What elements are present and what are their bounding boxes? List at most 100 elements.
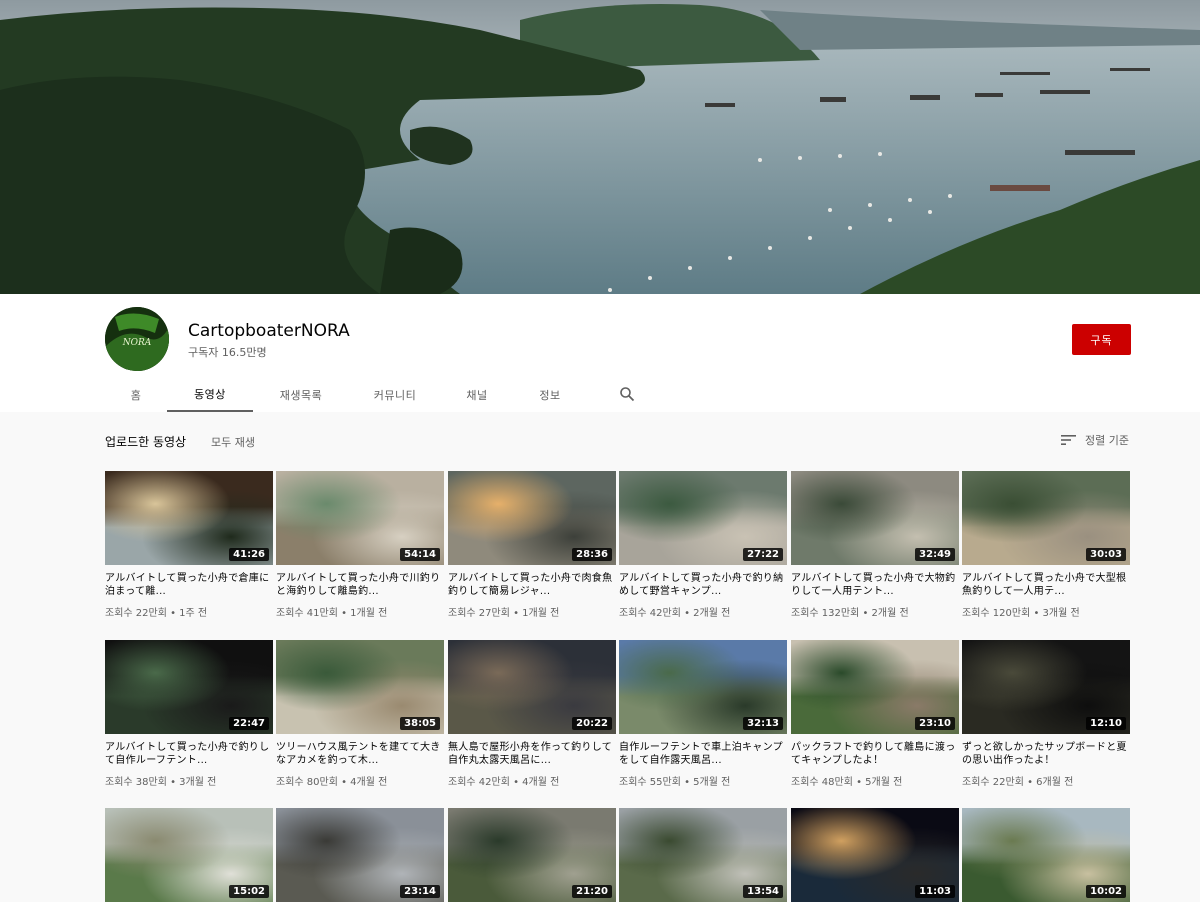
video-card[interactable]: 12:10 ずっと欲しかったサップボードと夏の思い出作ったよ！ 조회수 22만회 •… bbox=[962, 640, 1130, 788]
tab-channels[interactable]: 채널 bbox=[441, 378, 513, 412]
tab-videos[interactable]: 동영상 bbox=[167, 378, 253, 412]
video-thumbnail[interactable]: 27:22 bbox=[619, 471, 787, 565]
tab-about[interactable]: 정보 bbox=[513, 378, 587, 412]
video-views: 조회수 55만회 bbox=[619, 777, 681, 788]
video-title[interactable]: 自作ルーフテントで車上泊キャンプをして自作露天風呂... bbox=[619, 741, 787, 767]
channel-tabs: 홈 동영상 재생목록 커뮤니티 채널 정보 bbox=[105, 378, 587, 412]
video-views: 조회수 38만회 bbox=[105, 777, 167, 788]
channel-banner bbox=[0, 0, 1200, 294]
video-title[interactable]: アルバイトして買った小舟で釣り納めして野営キャンプ... bbox=[619, 572, 787, 598]
tab-playlists[interactable]: 재생목록 bbox=[253, 378, 349, 412]
video-duration: 15:02 bbox=[229, 885, 269, 898]
video-views: 조회수 27만회 bbox=[448, 608, 510, 619]
play-all-link[interactable]: 모두 재생 bbox=[211, 434, 255, 450]
section-title: 업로드한 동영상 bbox=[105, 435, 187, 449]
video-title[interactable]: ずっと欲しかったサップボードと夏の思い出作ったよ！ bbox=[962, 741, 1130, 767]
video-title[interactable]: アルバイトして買った小舟で川釣りと海釣りして離島釣... bbox=[276, 572, 444, 598]
video-card[interactable]: 23:10 パックラフトで釣りして離島に渡ってキャンプしたよ！ 조회수 48만회 •… bbox=[791, 640, 959, 788]
video-upload-age: 3개월 전 bbox=[1042, 608, 1080, 619]
video-card[interactable]: 38:05 ツリーハウス風テントを建てて大きなアカメを釣って木... 조회수 80만… bbox=[276, 640, 444, 788]
video-duration: 23:14 bbox=[400, 885, 440, 898]
video-card[interactable]: 13:54 bbox=[619, 808, 787, 902]
video-duration: 28:36 bbox=[572, 548, 612, 561]
video-duration: 30:03 bbox=[1086, 548, 1126, 561]
meta-separator: • bbox=[337, 777, 351, 788]
video-meta: 조회수 38만회 • 3개월 전 bbox=[105, 773, 273, 788]
video-upload-age: 6개월 전 bbox=[1036, 777, 1074, 788]
video-title[interactable]: アルバイトして買った小舟で大型根魚釣りして一人用テ... bbox=[962, 572, 1130, 598]
video-thumbnail[interactable]: 13:54 bbox=[619, 808, 787, 902]
video-views: 조회수 48만회 bbox=[791, 777, 853, 788]
video-thumbnail[interactable]: 11:03 bbox=[791, 808, 959, 902]
video-meta: 조회수 55만회 • 5개월 전 bbox=[619, 773, 787, 788]
video-thumbnail[interactable]: 20:22 bbox=[448, 640, 616, 734]
video-thumbnail[interactable]: 15:02 bbox=[105, 808, 273, 902]
video-duration: 22:47 bbox=[229, 717, 269, 730]
video-duration: 38:05 bbox=[400, 717, 440, 730]
video-card[interactable]: 30:03 アルバイトして買った小舟で大型根魚釣りして一人用テ... 조회수 120… bbox=[962, 471, 1130, 619]
video-thumbnail[interactable]: 12:10 bbox=[962, 640, 1130, 734]
video-title[interactable]: パックラフトで釣りして離島に渡ってキャンプしたよ！ bbox=[791, 741, 959, 767]
video-meta: 조회수 22만회 • 1주 전 bbox=[105, 604, 273, 619]
video-views: 조회수 22만회 bbox=[105, 608, 167, 619]
video-card[interactable]: 32:49 アルバイトして買った小舟で大物釣りして一人用テント... 조회수 132… bbox=[791, 471, 959, 619]
video-duration: 12:10 bbox=[1086, 717, 1126, 730]
video-duration: 32:13 bbox=[743, 717, 783, 730]
video-thumbnail[interactable]: 23:10 bbox=[791, 640, 959, 734]
search-icon[interactable] bbox=[619, 386, 635, 402]
video-upload-age: 2개월 전 bbox=[871, 608, 909, 619]
video-upload-age: 1개월 전 bbox=[350, 608, 388, 619]
video-title[interactable]: アルバイトして買った小舟で釣りして自作ルーフテント... bbox=[105, 741, 273, 767]
video-thumbnail[interactable]: 23:14 bbox=[276, 808, 444, 902]
video-card[interactable]: 10:02 bbox=[962, 808, 1130, 902]
video-views: 조회수 80만회 bbox=[276, 777, 338, 788]
meta-separator: • bbox=[166, 777, 180, 788]
video-thumbnail[interactable]: 41:26 bbox=[105, 471, 273, 565]
video-thumbnail[interactable]: 38:05 bbox=[276, 640, 444, 734]
video-views: 조회수 132만회 bbox=[791, 608, 860, 619]
video-meta: 조회수 27만회 • 1개월 전 bbox=[448, 604, 616, 619]
meta-separator: • bbox=[1030, 608, 1043, 619]
video-thumbnail[interactable]: 22:47 bbox=[105, 640, 273, 734]
video-thumbnail[interactable]: 10:02 bbox=[962, 808, 1130, 902]
video-title[interactable]: アルバイトして買った小舟で倉庫に泊まって離... bbox=[105, 572, 273, 598]
meta-separator: • bbox=[337, 608, 351, 619]
video-card[interactable]: 41:26 アルバイトして買った小舟で倉庫に泊まって離... 조회수 22만회 • … bbox=[105, 471, 273, 619]
video-card[interactable]: 21:20 bbox=[448, 808, 616, 902]
video-meta: 조회수 48만회 • 5개월 전 bbox=[791, 773, 959, 788]
video-title[interactable]: 無人島で屋形小舟を作って釣りして自作丸太露天風呂に... bbox=[448, 741, 616, 767]
svg-text:NORA: NORA bbox=[122, 338, 152, 348]
sort-button[interactable]: 정렬 기준 bbox=[1061, 432, 1129, 448]
tab-community[interactable]: 커뮤니티 bbox=[349, 378, 441, 412]
video-card[interactable]: 22:47 アルバイトして買った小舟で釣りして自作ルーフテント... 조회수 38만… bbox=[105, 640, 273, 788]
video-upload-age: 4개월 전 bbox=[522, 777, 560, 788]
video-title[interactable]: アルバイトして買った小舟で大物釣りして一人用テント... bbox=[791, 572, 959, 598]
video-thumbnail[interactable]: 30:03 bbox=[962, 471, 1130, 565]
video-duration: 32:49 bbox=[915, 548, 955, 561]
video-upload-age: 5개월 전 bbox=[693, 777, 731, 788]
video-upload-age: 2개월 전 bbox=[693, 608, 731, 619]
video-views: 조회수 42만회 bbox=[619, 608, 681, 619]
tab-home[interactable]: 홈 bbox=[105, 378, 167, 412]
video-card[interactable]: 15:02 bbox=[105, 808, 273, 902]
video-card[interactable]: 23:14 bbox=[276, 808, 444, 902]
video-card[interactable]: 27:22 アルバイトして買った小舟で釣り納めして野営キャンプ... 조회수 42만… bbox=[619, 471, 787, 619]
video-title[interactable]: ツリーハウス風テントを建てて大きなアカメを釣って木... bbox=[276, 741, 444, 767]
video-card[interactable]: 28:36 アルバイトして買った小舟で肉食魚釣りして簡易レジャ... 조회수 27만… bbox=[448, 471, 616, 619]
channel-avatar[interactable]: NORA bbox=[105, 307, 169, 371]
video-views: 조회수 22만회 bbox=[962, 777, 1024, 788]
video-upload-age: 1주 전 bbox=[179, 608, 208, 619]
video-card[interactable]: 11:03 bbox=[791, 808, 959, 902]
video-thumbnail[interactable]: 54:14 bbox=[276, 471, 444, 565]
meta-separator: • bbox=[166, 608, 180, 619]
video-thumbnail[interactable]: 32:13 bbox=[619, 640, 787, 734]
video-thumbnail[interactable]: 28:36 bbox=[448, 471, 616, 565]
subscribe-button[interactable]: 구독 bbox=[1072, 324, 1131, 355]
video-card[interactable]: 32:13 自作ルーフテントで車上泊キャンプをして自作露天風呂... 조회수 55만… bbox=[619, 640, 787, 788]
video-title[interactable]: アルバイトして買った小舟で肉食魚釣りして簡易レジャ... bbox=[448, 572, 616, 598]
video-card[interactable]: 20:22 無人島で屋形小舟を作って釣りして自作丸太露天風呂に... 조회수 42만… bbox=[448, 640, 616, 788]
video-thumbnail[interactable]: 32:49 bbox=[791, 471, 959, 565]
video-card[interactable]: 54:14 アルバイトして買った小舟で川釣りと海釣りして離島釣... 조회수 41만… bbox=[276, 471, 444, 619]
video-duration: 10:02 bbox=[1086, 885, 1126, 898]
video-thumbnail[interactable]: 21:20 bbox=[448, 808, 616, 902]
